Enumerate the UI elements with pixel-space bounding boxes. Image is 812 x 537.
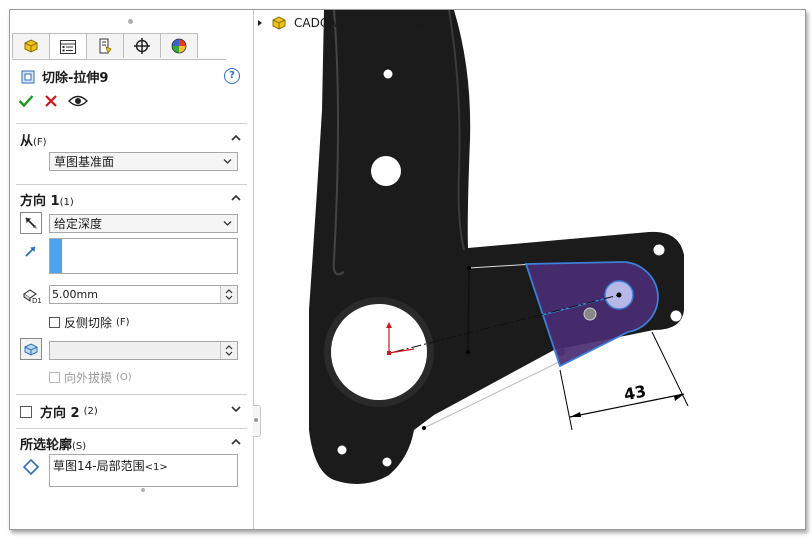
feature-title: 切除-拉伸9 <box>20 67 108 86</box>
section-contours-label: 所选轮廓 <box>20 438 73 453</box>
section-from-label: 从 <box>20 134 34 149</box>
draft-icon <box>24 343 38 356</box>
contour-item-label: 草图14-局部范围 <box>53 459 145 473</box>
section-direction1-key: (1) <box>59 197 74 208</box>
draft-angle-spinner[interactable] <box>220 342 237 359</box>
divider <box>16 123 247 124</box>
draft-toggle-button[interactable] <box>20 338 42 360</box>
graphics-viewport[interactable]: 43 <box>254 10 805 529</box>
draft-outward-checkbox[interactable]: 向外拔模 (O) <box>49 369 132 386</box>
section-contours-header[interactable]: 所选轮廓(S) <box>20 434 86 453</box>
section-from-key: (F) <box>33 137 47 148</box>
end-condition-value: 给定深度 <box>54 217 103 231</box>
section-from-header[interactable]: 从(F) <box>20 130 47 149</box>
divider <box>16 184 247 185</box>
tab-configuration-manager[interactable] <box>86 33 124 58</box>
medium-hole[interactable] <box>371 156 401 186</box>
feature-title-label: 切除-拉伸9 <box>42 71 109 86</box>
properties-icon <box>60 39 76 54</box>
flip-side-box[interactable] <box>49 317 60 328</box>
app-window: 切除-拉伸9 ? 从(F) 草图基准面 方向 1(1) 给定深度 D1 5.00… <box>9 9 806 530</box>
cut-extrude-icon <box>21 70 35 83</box>
chevron-down-icon <box>223 221 232 226</box>
direction-arrow-icon <box>20 240 42 262</box>
appearance-icon <box>171 38 187 54</box>
contour-item-suffix: <1> <box>144 462 168 473</box>
chevron-up-icon[interactable] <box>231 133 241 143</box>
large-bore[interactable] <box>331 304 427 400</box>
section-direction2-key: (2) <box>83 406 98 417</box>
draft-outward-label: 向外拔模 <box>64 371 113 385</box>
draft-outward-box[interactable] <box>49 372 60 383</box>
depth-value: 5.00mm <box>52 288 98 301</box>
direction2-checkbox[interactable]: 方向 2 (2) <box>20 402 98 421</box>
action-bar <box>18 94 88 108</box>
depth-spinner[interactable] <box>220 286 237 303</box>
chevron-down-icon[interactable] <box>231 404 241 414</box>
depth-input[interactable]: 5.00mm <box>49 285 238 304</box>
flyout-feature-tree: CADCAM (默认<<默认... <box>256 15 436 31</box>
draft-angle-input[interactable] <box>49 341 238 360</box>
config-icon <box>99 38 112 54</box>
panel-grip[interactable] <box>128 19 133 24</box>
from-select-value: 草图基准面 <box>54 155 115 169</box>
divider <box>16 428 247 429</box>
small-hole[interactable] <box>670 310 682 322</box>
cancel-x-icon[interactable] <box>44 94 58 108</box>
flip-side-checkbox[interactable]: 反侧切除 (F) <box>49 314 130 331</box>
flip-side-key: (F) <box>116 317 130 328</box>
small-hole[interactable] <box>383 69 393 79</box>
depth-icon: D1 <box>20 284 42 306</box>
part-icon <box>272 16 286 30</box>
flip-side-label: 反侧切除 <box>64 316 113 330</box>
tab-property-manager[interactable] <box>49 33 87 59</box>
tab-display-manager[interactable] <box>160 33 198 58</box>
reverse-direction-icon <box>25 217 37 229</box>
draft-outward-key: (O) <box>116 372 132 383</box>
section-contours-key: (S) <box>72 441 87 452</box>
direction2-box[interactable] <box>20 405 32 418</box>
tab-feature-manager[interactable] <box>12 33 50 58</box>
section-direction1-header[interactable]: 方向 1(1) <box>20 190 74 209</box>
tab-dimxpert-manager[interactable] <box>123 33 161 58</box>
svg-text:D1: D1 <box>32 297 41 304</box>
point-marker <box>583 307 597 321</box>
manager-tabs <box>12 33 226 60</box>
expand-arrow-icon[interactable] <box>256 19 264 27</box>
chevron-down-icon <box>223 159 232 164</box>
small-hole[interactable] <box>382 457 392 467</box>
selection-focus-bar <box>50 239 62 273</box>
end-condition-select[interactable]: 给定深度 <box>49 214 238 233</box>
chevron-up-icon[interactable] <box>231 193 241 203</box>
help-icon[interactable]: ? <box>224 68 240 84</box>
direction-selection-box[interactable] <box>49 238 238 274</box>
sketch-line <box>467 267 470 351</box>
dimension-value[interactable]: 43 <box>622 381 647 404</box>
part-body[interactable] <box>309 10 684 484</box>
ok-check-icon[interactable] <box>18 94 34 108</box>
reverse-direction-button[interactable] <box>20 212 42 234</box>
section-direction1-label: 方向 1 <box>20 194 60 209</box>
section-direction2-label: 方向 2 <box>40 406 80 421</box>
from-select[interactable]: 草图基准面 <box>49 152 238 171</box>
small-hole[interactable] <box>653 244 665 256</box>
property-manager-panel: 切除-拉伸9 ? 从(F) 草图基准面 方向 1(1) 给定深度 D1 5.00… <box>10 10 254 529</box>
contour-icon <box>20 456 42 478</box>
crosshair-icon <box>134 38 150 54</box>
origin-point <box>387 351 391 355</box>
list-resize-grip[interactable] <box>141 488 145 492</box>
dimension-extension <box>559 369 573 431</box>
chevron-up-icon[interactable] <box>231 437 241 447</box>
tree-root-label[interactable]: CADCAM <box>294 16 347 30</box>
contour-item[interactable]: 草图14-局部范围<1> <box>53 459 168 473</box>
part-icon <box>24 39 38 53</box>
tree-config-label: (默认<<默认... <box>358 17 436 30</box>
small-hole[interactable] <box>337 445 347 455</box>
preview-eye-icon[interactable] <box>68 94 88 108</box>
divider <box>16 394 247 395</box>
contours-list[interactable]: 草图14-局部范围<1> <box>49 454 238 487</box>
